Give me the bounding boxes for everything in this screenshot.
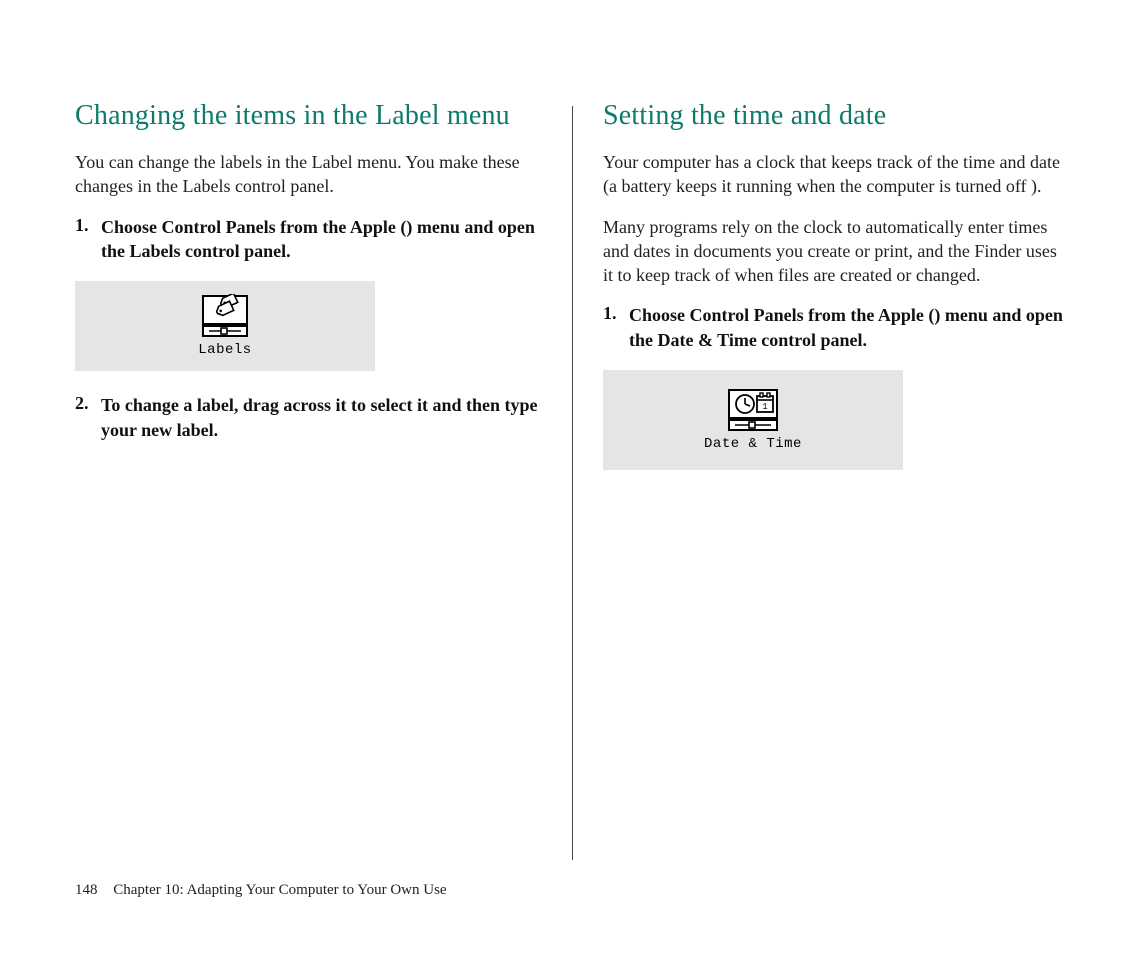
step-text-pre: Choose Control Panels from the Apple ( xyxy=(101,217,406,237)
svg-text:1: 1 xyxy=(762,402,767,412)
step-1-left: 1. Choose Control Panels from the Apple … xyxy=(75,215,542,264)
date-time-icon-caption: Date & Time xyxy=(704,436,802,452)
step-text: To change a label, drag across it to sel… xyxy=(101,393,542,442)
labels-control-panel-icon: Labels xyxy=(198,294,251,358)
right-column: Setting the time and date Your computer … xyxy=(573,100,1070,860)
section-heading-labels: Changing the items in the Label menu xyxy=(75,100,542,132)
step-number: 2. xyxy=(75,393,101,442)
labels-control-panel-figure: Labels xyxy=(75,281,375,371)
page-footer: 148 Chapter 10: Adapting Your Computer t… xyxy=(75,882,447,899)
date-time-icon: 1 xyxy=(727,388,779,432)
step-2-left: 2. To change a label, drag across it to … xyxy=(75,393,542,442)
chapter-title: Chapter 10: Adapting Your Computer to Yo… xyxy=(113,882,446,898)
step-text: Choose Control Panels from the Apple () … xyxy=(629,303,1070,352)
step-text: Choose Control Panels from the Apple () … xyxy=(101,215,542,264)
section-heading-datetime: Setting the time and date xyxy=(603,100,1070,132)
document-page: Changing the items in the Label menu You… xyxy=(0,0,1145,954)
step-1-right: 1. Choose Control Panels from the Apple … xyxy=(603,303,1070,352)
page-number: 148 xyxy=(75,882,98,898)
labels-icon-caption: Labels xyxy=(198,342,251,358)
intro-paragraph: Many programs rely on the clock to autom… xyxy=(603,215,1070,288)
intro-paragraph: You can change the labels in the Label m… xyxy=(75,150,542,199)
step-number: 1. xyxy=(75,215,101,264)
left-column: Changing the items in the Label menu You… xyxy=(75,100,572,860)
two-column-layout: Changing the items in the Label menu You… xyxy=(75,100,1070,860)
date-time-control-panel-figure: 1 Date & Time xyxy=(603,370,903,470)
step-text-pre: Choose Control Panels from the Apple ( xyxy=(629,305,934,325)
date-time-control-panel-icon: 1 Date & Time xyxy=(704,388,802,452)
step-number: 1. xyxy=(603,303,629,352)
intro-paragraph: Your computer has a clock that keeps tra… xyxy=(603,150,1070,199)
labels-icon xyxy=(201,294,249,338)
